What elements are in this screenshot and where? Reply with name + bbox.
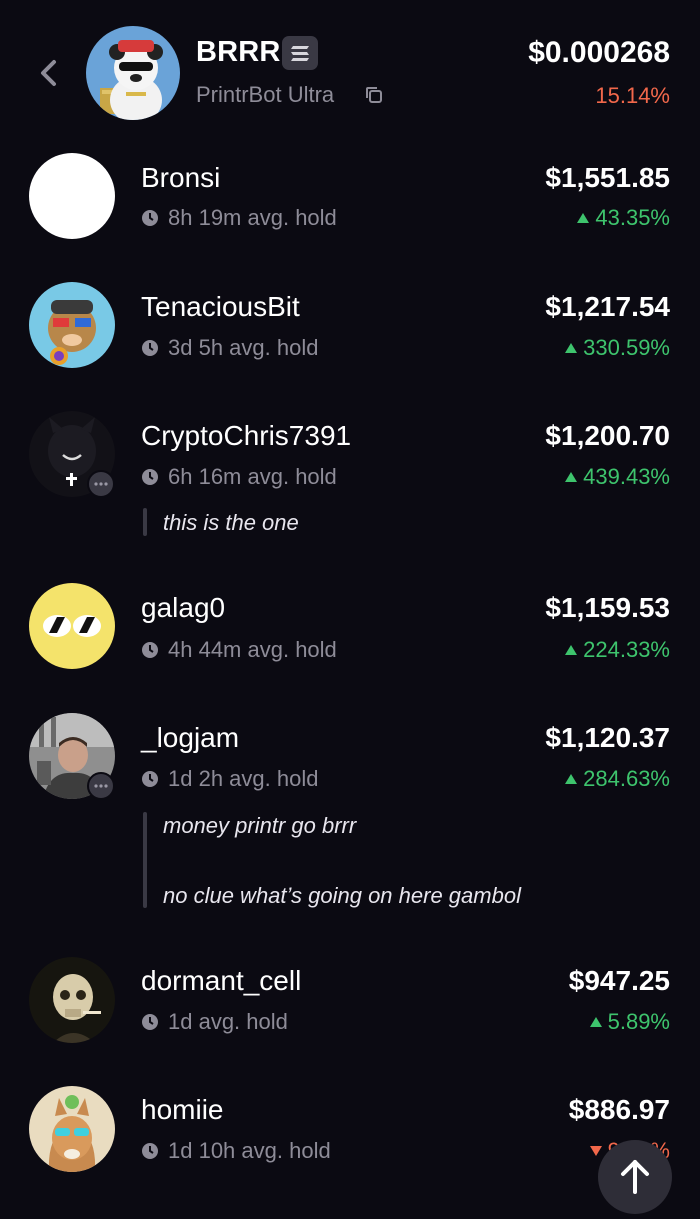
holding-value: $947.25 [568,965,670,996]
avg-hold: 1d avg. hold [141,1009,288,1035]
token-header: BRRR PrintrBot Ultra $0.000268 15.14% [0,0,700,130]
holder-name[interactable]: Bronsi [141,162,220,194]
avg-hold-text: 1d avg. hold [168,1009,288,1034]
avg-hold-text: 1d 10h avg. hold [168,1138,331,1163]
pnl-change-text: 439.43% [583,464,670,489]
pnl-change: 284.63% [565,766,670,792]
pnl-change: 43.35% [577,205,670,231]
avg-hold: 6h 16m avg. hold [141,464,337,490]
avg-hold: 1d 2h avg. hold [141,766,318,792]
avg-hold-text: 6h 16m avg. hold [168,464,337,489]
holder-row[interactable]: Bronsi 8h 19m avg. hold $1,551.85 43.35% [0,150,700,239]
holding-value: $1,551.85 [545,162,670,193]
token-name: BRRR [196,36,281,68]
holding-value: $1,120.37 [545,722,670,753]
triangle-up-icon [565,343,578,353]
clock-icon [142,210,158,226]
token-avatar [86,26,180,120]
triangle-up-icon [565,472,578,482]
holder-row[interactable]: TenaciousBit 3d 5h avg. hold $1,217.54 3… [0,281,700,368]
holder-row[interactable]: _logjam 1d 2h avg. hold $1,120.37 284.63… [0,712,700,917]
copy-icon[interactable] [364,85,384,105]
avg-hold-text: 8h 19m avg. hold [168,205,337,230]
holder-row[interactable]: CryptoChris7391 6h 16m avg. hold $1,200.… [0,410,700,540]
avg-hold: 3d 5h avg. hold [141,335,318,361]
holder-comment: this is the one [163,510,299,535]
arrow-up-icon [621,1160,649,1194]
holder-row[interactable]: dormant_cell 1d avg. hold $947.25 5.89% [0,955,700,1045]
avatar[interactable] [29,583,115,669]
holder-name[interactable]: homiie [141,1094,223,1126]
avg-hold: 4h 44m avg. hold [141,637,337,663]
holder-comment: money printr go brrr [163,813,357,838]
token-change: 15.14% [595,83,670,108]
comment-quote-bar [143,508,147,536]
avatar[interactable] [29,1086,115,1172]
token-subtitle: PrintrBot Ultra [196,82,335,107]
pnl-change-text: 284.63% [583,766,670,791]
pnl-change: 5.89% [589,1009,670,1035]
avatar[interactable] [29,282,115,368]
avg-hold: 1d 10h avg. hold [141,1138,331,1164]
clock-icon [142,771,158,787]
clock-icon [142,469,158,485]
triangle-up-icon [565,645,578,655]
pnl-change-text: 224.33% [583,637,670,662]
avg-hold-text: 3d 5h avg. hold [168,335,319,360]
avatar[interactable] [29,957,115,1043]
triangle-up-icon [577,213,590,223]
avg-hold-text: 4h 44m avg. hold [168,637,337,662]
holder-name[interactable]: _logjam [141,722,239,754]
avg-hold-text: 1d 2h avg. hold [168,766,319,791]
holder-comment: no clue what’s going on here gambol [163,883,521,908]
holding-value: $886.97 [568,1094,670,1125]
holder-name[interactable]: dormant_cell [141,965,301,997]
avatar[interactable] [29,153,115,239]
comment-quote-bar [143,812,147,908]
pnl-change: 439.43% [565,464,670,490]
triangle-up-icon [589,1017,602,1027]
holder-name[interactable]: TenaciousBit [141,291,300,323]
chat-icon [87,772,115,800]
pnl-change-text: 330.59% [583,335,670,360]
pnl-change-text: 5.89% [607,1009,670,1034]
holder-name[interactable]: CryptoChris7391 [141,420,351,452]
clock-icon [142,642,158,658]
token-price: $0.000268 [528,36,670,69]
chat-icon [87,470,115,498]
clock-icon [142,1014,158,1030]
triangle-up-icon [565,774,578,784]
clock-icon [142,340,158,356]
scroll-to-top-button[interactable] [598,1140,672,1214]
pnl-change-text: 43.35% [595,205,670,230]
solana-icon [282,36,318,70]
holding-value: $1,200.70 [545,420,670,451]
pnl-change: 224.33% [565,637,670,663]
holder-row[interactable]: homiie 1d 10h avg. hold $886.97 9.52% [0,1084,700,1184]
holder-name[interactable]: galag0 [141,592,225,624]
holder-row[interactable]: galag0 4h 44m avg. hold $1,159.53 224.33… [0,583,700,673]
back-chevron-icon[interactable] [34,56,64,90]
clock-icon [142,1143,158,1159]
avg-hold: 8h 19m avg. hold [141,205,337,231]
pnl-change: 330.59% [565,335,670,361]
holding-value: $1,159.53 [545,592,670,623]
holding-value: $1,217.54 [545,291,670,322]
